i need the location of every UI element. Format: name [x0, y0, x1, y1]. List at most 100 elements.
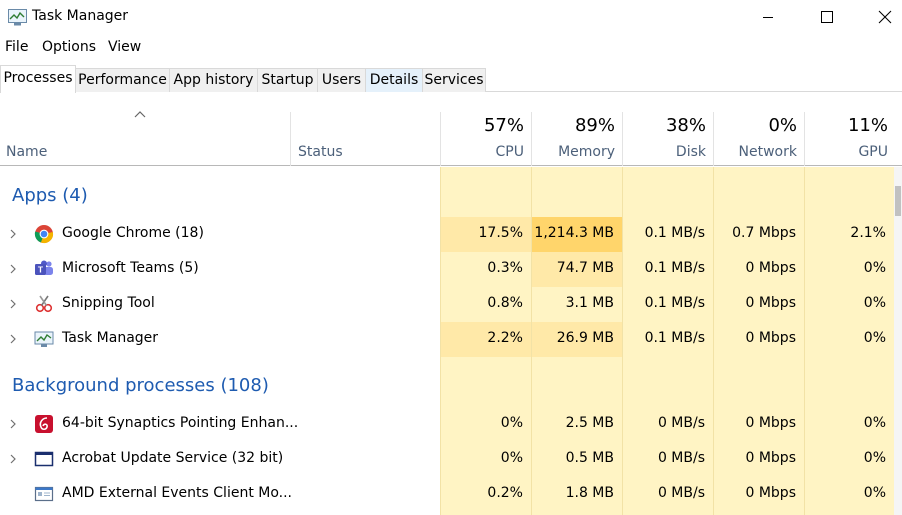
- chevron-right-icon[interactable]: [8, 453, 18, 465]
- cpu-cell: 0%: [440, 442, 531, 477]
- cpu-cell: 0.3%: [440, 252, 531, 287]
- minimize-button[interactable]: [738, 0, 798, 34]
- column-header: Name Status 57% CPU 89% Memory 38% Disk …: [0, 92, 902, 166]
- chevron-right-icon[interactable]: [8, 228, 18, 240]
- gpu-total: 11%: [847, 115, 888, 136]
- disk-label: Disk: [675, 144, 706, 160]
- header-divider: [290, 112, 291, 166]
- tab-processes[interactable]: Processes: [0, 65, 76, 93]
- tab-users[interactable]: Users: [317, 68, 366, 92]
- menu-view[interactable]: View: [108, 39, 141, 55]
- gpu-cell: 2.1%: [804, 217, 894, 252]
- disk-cell: 0 MB/s: [622, 442, 713, 477]
- cpu-cell: 2.2%: [440, 322, 531, 357]
- group-header-apps[interactable]: Apps (4): [0, 179, 894, 213]
- gpu-cell: 0%: [804, 477, 894, 512]
- gpu-cell: 0%: [804, 322, 894, 357]
- chevron-right-icon[interactable]: [8, 298, 18, 310]
- memory-label: Memory: [558, 144, 615, 160]
- table-row[interactable]: Acrobat Update Service (32 bit) 0% 0.5 M…: [0, 442, 894, 477]
- title-bar: Task Manager: [0, 0, 902, 36]
- disk-cell: 0 MB/s: [622, 407, 713, 442]
- column-separator: [531, 167, 532, 515]
- task-manager-icon: [34, 331, 54, 347]
- column-separator: [440, 167, 441, 515]
- disk-total: 38%: [665, 115, 706, 136]
- process-name: Microsoft Teams (5): [62, 260, 199, 276]
- memory-cell: 26.9 MB: [531, 322, 622, 357]
- table-row[interactable]: Snipping Tool 0.8% 3.1 MB 0.1 MB/s 0 Mbp…: [0, 287, 894, 322]
- tab-bar: Processes Performance App history Startu…: [0, 65, 902, 93]
- cpu-cell: 17.5%: [440, 217, 531, 252]
- svg-text:T: T: [38, 265, 44, 275]
- vertical-scrollbar[interactable]: [894, 167, 902, 515]
- chevron-right-icon[interactable]: [8, 263, 18, 275]
- table-row[interactable]: 64-bit Synaptics Pointing Enhan... 0% 2.…: [0, 407, 894, 442]
- disk-cell: 0.1 MB/s: [622, 287, 713, 322]
- group-label: Apps (4): [12, 185, 88, 206]
- network-cell: 0 Mbps: [713, 322, 804, 357]
- chevron-right-icon[interactable]: [8, 418, 18, 430]
- sort-ascending-icon: [134, 111, 146, 118]
- tab-performance[interactable]: Performance: [75, 68, 170, 92]
- cpu-cell: 0%: [440, 407, 531, 442]
- memory-cell: 74.7 MB: [531, 252, 622, 287]
- group-label: Background processes (108): [12, 375, 269, 396]
- table-row[interactable]: Google Chrome (18) 17.5% 1,214.3 MB 0.1 …: [0, 217, 894, 252]
- column-separator: [713, 167, 714, 515]
- table-row[interactable]: Task Manager 2.2% 26.9 MB 0.1 MB/s 0 Mbp…: [0, 322, 894, 357]
- synaptics-icon: [35, 415, 53, 433]
- table-row[interactable]: T Microsoft Teams (5) 0.3% 74.7 MB 0.1 M…: [0, 252, 894, 287]
- maximize-icon: [821, 11, 833, 23]
- network-cell: 0 Mbps: [713, 407, 804, 442]
- close-icon: [878, 10, 892, 24]
- menu-options[interactable]: Options: [42, 39, 96, 55]
- process-name: Task Manager: [62, 330, 159, 346]
- header-status[interactable]: Status: [298, 144, 343, 160]
- header-name[interactable]: Name: [6, 144, 47, 160]
- tab-details[interactable]: Details: [365, 68, 423, 92]
- column-separator: [804, 167, 805, 515]
- gpu-label: GPU: [858, 144, 888, 160]
- group-header-background[interactable]: Background processes (108): [0, 369, 894, 403]
- disk-cell: 0 MB/s: [622, 477, 713, 512]
- close-button[interactable]: [854, 0, 902, 34]
- table-row[interactable]: AMD External Events Client Mo... 0.2% 1.…: [0, 477, 894, 512]
- network-cell: 0 Mbps: [713, 287, 804, 322]
- chrome-icon: [34, 225, 54, 244]
- column-separator: [622, 167, 623, 515]
- process-list[interactable]: Apps (4) Google Chrome (18) 17.5% 1,214.…: [0, 167, 894, 515]
- memory-cell: 3.1 MB: [531, 287, 622, 322]
- cpu-label: CPU: [495, 144, 524, 160]
- process-name: Snipping Tool: [62, 295, 155, 311]
- process-name: Google Chrome (18): [62, 225, 204, 241]
- network-cell: 0.7 Mbps: [713, 217, 804, 252]
- disk-cell: 0.1 MB/s: [622, 322, 713, 357]
- gpu-cell: 0%: [804, 252, 894, 287]
- app-window-icon: [34, 486, 54, 502]
- process-name: Acrobat Update Service (32 bit): [62, 450, 284, 466]
- chevron-right-icon[interactable]: [8, 333, 18, 345]
- tab-services[interactable]: Services: [422, 68, 486, 92]
- tab-startup[interactable]: Startup: [257, 68, 318, 92]
- memory-cell: 1.8 MB: [531, 477, 622, 512]
- memory-cell: 2.5 MB: [531, 407, 622, 442]
- cpu-total: 57%: [483, 115, 524, 136]
- network-cell: 0 Mbps: [713, 442, 804, 477]
- gpu-cell: 0%: [804, 407, 894, 442]
- process-name: AMD External Events Client Mo...: [62, 485, 293, 501]
- teams-icon: T: [35, 260, 53, 275]
- network-cell: 0 Mbps: [713, 252, 804, 287]
- process-name: 64-bit Synaptics Pointing Enhan...: [62, 415, 299, 431]
- minimize-icon: [763, 17, 773, 18]
- task-manager-icon: [8, 9, 27, 26]
- service-window-icon: [34, 451, 54, 467]
- cpu-cell: 0.2%: [440, 477, 531, 512]
- tab-app-history[interactable]: App history: [169, 68, 258, 92]
- scrollbar-thumb[interactable]: [895, 186, 901, 216]
- memory-cell: 1,214.3 MB: [531, 217, 622, 252]
- menu-file[interactable]: File: [5, 39, 28, 55]
- window-title: Task Manager: [32, 8, 129, 24]
- gpu-cell: 0%: [804, 287, 894, 322]
- maximize-button[interactable]: [796, 0, 856, 34]
